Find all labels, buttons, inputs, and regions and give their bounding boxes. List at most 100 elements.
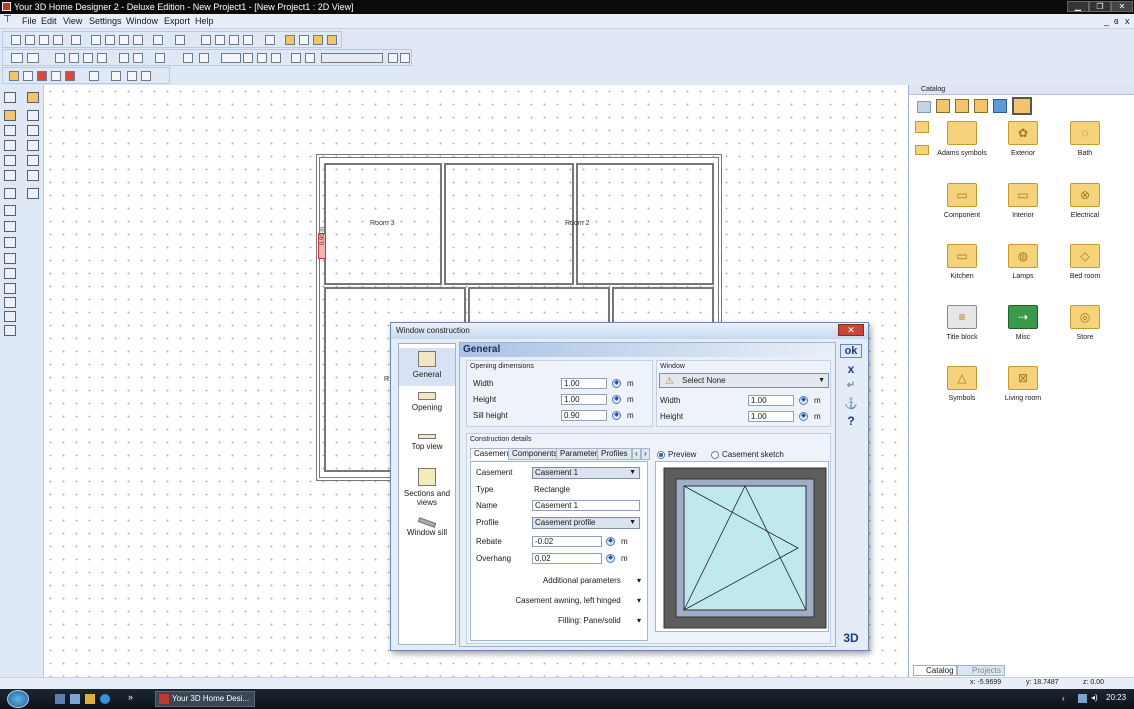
save-icon[interactable] bbox=[39, 35, 49, 45]
taskbar-app-button[interactable]: Your 3D Home Desi... bbox=[155, 691, 255, 707]
symbols-tab-icon[interactable] bbox=[955, 99, 969, 113]
tab-projects[interactable]: Projects bbox=[957, 665, 1005, 676]
name-input[interactable]: Casement 1 bbox=[532, 500, 640, 511]
anchor-icon[interactable]: ⚓ bbox=[840, 397, 862, 410]
redo-icon[interactable] bbox=[175, 35, 185, 45]
furniture-icon[interactable] bbox=[974, 99, 988, 113]
cancel-button[interactable]: x bbox=[840, 362, 862, 376]
room-2-left-outline[interactable] bbox=[444, 163, 574, 285]
remove-icon[interactable] bbox=[127, 71, 137, 81]
dialog-close-button[interactable]: ✕ bbox=[838, 324, 864, 336]
beam-tool-icon[interactable] bbox=[27, 188, 39, 199]
zoom-fit-icon[interactable] bbox=[243, 35, 253, 45]
sidebar-item-sections[interactable]: Sections and views bbox=[399, 468, 455, 507]
opening-height-input[interactable]: 1.00 bbox=[561, 394, 607, 405]
catalog-item-bed-room[interactable]: ◇ Bed room bbox=[1050, 244, 1120, 280]
tab-scroll-right-icon[interactable]: › bbox=[641, 448, 650, 460]
window-height-spinner[interactable]: ◆ bbox=[799, 412, 808, 421]
clock[interactable]: 20:23 bbox=[1106, 693, 1126, 702]
catalog-item-symbols[interactable]: △ Symbols bbox=[927, 366, 997, 402]
paste-icon[interactable] bbox=[119, 35, 129, 45]
door-tool-icon[interactable] bbox=[4, 188, 16, 199]
select-tool-icon[interactable] bbox=[27, 92, 39, 103]
zoom-icon[interactable] bbox=[201, 35, 211, 45]
quicklaunch-browser-icon[interactable] bbox=[100, 694, 110, 704]
move-tool-icon[interactable] bbox=[27, 110, 39, 121]
sidebar-item-top-view[interactable]: Top view bbox=[399, 434, 455, 451]
menu-settings[interactable]: Settings bbox=[89, 16, 122, 26]
catalog-item-misc[interactable]: ⇢ Misc bbox=[988, 305, 1058, 341]
window-tool-icon[interactable] bbox=[4, 205, 16, 216]
fill-mode-icon[interactable] bbox=[37, 71, 47, 81]
start-button[interactable] bbox=[7, 690, 29, 708]
2d-catalog-icon[interactable] bbox=[1012, 97, 1032, 115]
catalog-item-electrical[interactable]: ⊗ Electrical bbox=[1050, 183, 1120, 219]
add-mode-icon[interactable] bbox=[65, 71, 75, 81]
quicklaunch-desktop-icon[interactable] bbox=[55, 694, 65, 704]
catalog-item-kitchen[interactable]: ▭ Kitchen bbox=[927, 244, 997, 280]
camera-icon[interactable] bbox=[119, 53, 129, 63]
quicklaunch-window-icon[interactable] bbox=[70, 694, 80, 704]
walk-icon[interactable] bbox=[133, 53, 143, 63]
wall-tool-icon[interactable] bbox=[4, 92, 16, 103]
tab-parameter[interactable]: Parameter bbox=[556, 448, 602, 460]
tab-scroll-left-icon[interactable]: ‹ bbox=[632, 448, 641, 460]
layer-icon[interactable] bbox=[155, 53, 165, 63]
maximize-button[interactable]: ❐ bbox=[1089, 1, 1111, 12]
pointer-tool-icon[interactable] bbox=[4, 110, 16, 121]
ortho-icon[interactable] bbox=[313, 35, 323, 45]
room-lower-right-outline[interactable] bbox=[612, 287, 714, 327]
grid-mode-icon[interactable] bbox=[23, 71, 33, 81]
opening-tool-icon[interactable] bbox=[4, 237, 16, 248]
color-icon[interactable] bbox=[221, 53, 241, 63]
window-width-spinner[interactable]: ◆ bbox=[799, 396, 808, 405]
copy-icon[interactable] bbox=[105, 35, 115, 45]
cabinet-tool-icon[interactable] bbox=[4, 268, 16, 279]
frame-icon[interactable] bbox=[141, 71, 151, 81]
additional-parameters-expander[interactable]: Additional parameters ▾ bbox=[481, 576, 641, 585]
column-tool-icon[interactable] bbox=[4, 221, 16, 232]
chimney-tool-icon[interactable] bbox=[4, 283, 16, 294]
window-height-input[interactable]: 1.00 bbox=[748, 411, 794, 422]
menu-export[interactable]: Export bbox=[164, 16, 190, 26]
catalog-item-interior[interactable]: ▭ Interior bbox=[988, 183, 1058, 219]
tile-h-icon[interactable] bbox=[69, 53, 79, 63]
view-2d-icon[interactable] bbox=[11, 53, 23, 63]
minimize-button[interactable]: ▁ bbox=[1067, 1, 1089, 12]
sidebar-item-window-sill[interactable]: Window sill bbox=[399, 517, 455, 537]
snap-icon[interactable] bbox=[299, 35, 309, 45]
save-all-icon[interactable] bbox=[53, 35, 63, 45]
view-3d-icon[interactable] bbox=[27, 53, 39, 63]
network-icon[interactable] bbox=[1078, 694, 1087, 703]
view-3d-button[interactable]: 3D bbox=[840, 631, 862, 645]
ok-button[interactable]: ok bbox=[840, 344, 862, 358]
measure-icon[interactable] bbox=[257, 53, 267, 63]
quicklaunch-chevron[interactable]: » bbox=[128, 692, 133, 702]
menu-view[interactable]: View bbox=[63, 16, 82, 26]
delete-icon[interactable] bbox=[133, 35, 143, 45]
opening-height-spinner[interactable]: ◆ bbox=[612, 395, 621, 404]
layout-icon[interactable] bbox=[55, 53, 65, 63]
window-width-input[interactable]: 1.00 bbox=[748, 395, 794, 406]
apply-icon[interactable]: ↵ bbox=[840, 380, 862, 391]
terrain-tool-icon[interactable] bbox=[4, 311, 16, 322]
query-tool-icon[interactable] bbox=[4, 140, 16, 151]
overhang-spinner[interactable]: ◆ bbox=[606, 554, 615, 563]
casement-awning-expander[interactable]: Casement awning, left hinged ▾ bbox=[481, 596, 641, 605]
doors-icon[interactable] bbox=[936, 99, 950, 113]
paint-icon[interactable] bbox=[243, 53, 253, 63]
filling-expander[interactable]: Filling: Pane/solid ▾ bbox=[481, 616, 641, 625]
menu-help[interactable]: Help bbox=[195, 16, 214, 26]
room-tool-icon[interactable] bbox=[27, 170, 39, 181]
line-tool-icon[interactable] bbox=[4, 125, 16, 136]
menu-window[interactable]: Window bbox=[126, 16, 158, 26]
properties-icon[interactable] bbox=[265, 35, 275, 45]
tab-catalog[interactable]: Catalog bbox=[913, 665, 957, 676]
close-button[interactable]: ✕ bbox=[1111, 1, 1133, 12]
mdi-minimize-button[interactable]: _ bbox=[1104, 16, 1109, 26]
sun-icon[interactable] bbox=[305, 53, 315, 63]
zoom-combo[interactable] bbox=[321, 53, 383, 63]
lock-icon[interactable] bbox=[400, 53, 410, 63]
menu-edit[interactable]: Edit bbox=[41, 16, 57, 26]
render-icon[interactable] bbox=[183, 53, 193, 63]
